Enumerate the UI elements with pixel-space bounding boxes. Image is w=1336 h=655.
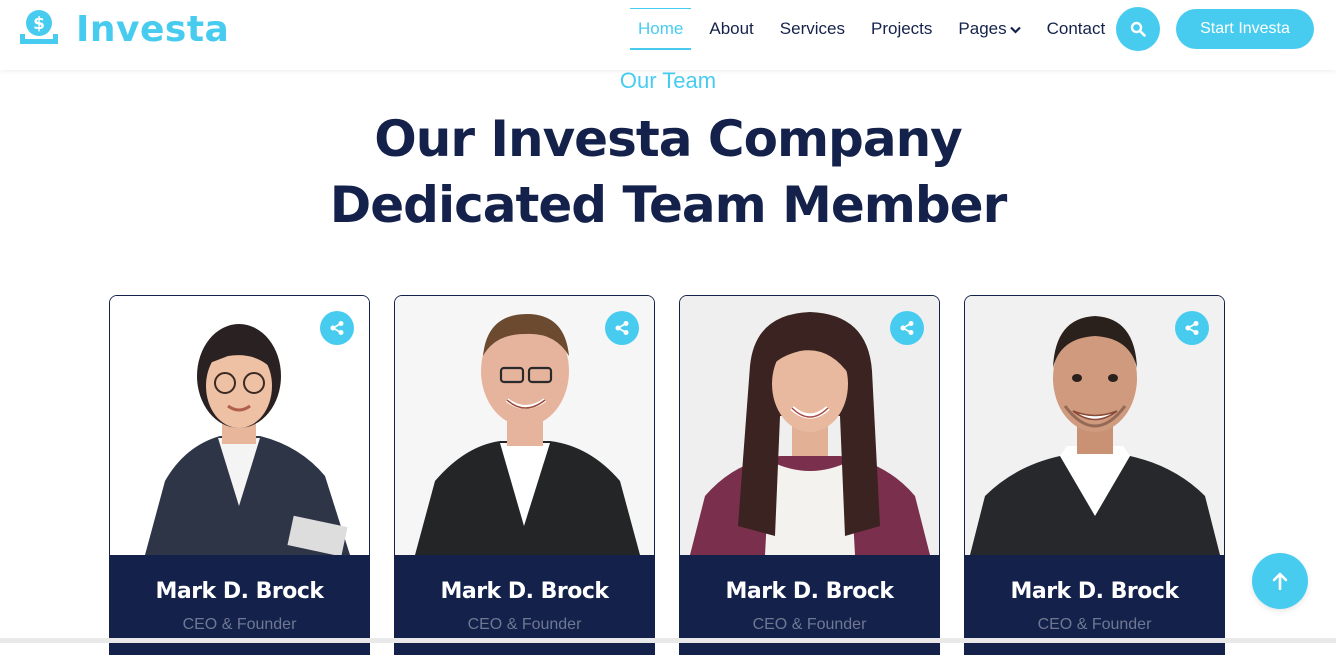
team-card: Mark D. Brock CEO & Founder [679,295,940,655]
nav-item-contact[interactable]: Contact [1034,8,1119,50]
section-kicker: Our Team [619,68,717,93]
nav-item-pages[interactable]: Pages [945,8,1033,50]
member-name: Mark D. Brock [440,579,609,604]
nav-item-services[interactable]: Services [767,8,858,50]
nav-label: About [709,19,754,38]
share-button[interactable] [1175,311,1209,345]
share-icon [900,321,914,335]
member-role: CEO & Founder [467,616,582,633]
member-name: Mark D. Brock [1010,579,1179,604]
nav-item-about[interactable]: About [696,8,766,50]
team-card: Mark D. Brock CEO & Founder [394,295,655,655]
back-to-top-button[interactable] [1252,553,1308,609]
section-title-line-2: Dedicated Team Member [329,176,1008,234]
brand-logo-link[interactable]: $ Investa [18,8,229,50]
member-role: CEO & Founder [1037,616,1152,633]
member-role: CEO & Founder [752,616,867,633]
share-icon [330,321,344,335]
search-icon [1130,21,1146,37]
main-nav: Home About Services Projects Pages Conta… [630,8,1118,50]
nav-label: Projects [870,19,933,38]
nav-label: Pages [958,19,1007,38]
dollar-hand-icon: $ [20,10,58,44]
section-title: Our Investa Company Dedicated Team Membe… [0,106,1336,238]
nav-label: Home [638,18,684,38]
member-name: Mark D. Brock [155,579,324,604]
share-icon [1185,321,1199,335]
share-button[interactable] [605,311,639,345]
team-card: Mark D. Brock CEO & Founder [109,295,370,655]
member-name: Mark D. Brock [725,579,894,604]
navbar: $ Investa Home About Services Projects P… [0,0,1336,70]
start-investa-button[interactable]: Start Investa [1176,9,1314,49]
chevron-down-icon [1009,26,1021,34]
brand-name: Investa [76,8,230,50]
section-title-line-1: Our Investa Company [374,110,963,168]
arrow-up-icon [1272,572,1288,590]
nav-label: Contact [1046,19,1106,38]
member-role: CEO & Founder [182,616,297,633]
share-icon [615,321,629,335]
share-button[interactable] [890,311,924,345]
team-card: Mark D. Brock CEO & Founder [964,295,1225,655]
nav-item-home[interactable]: Home [630,8,692,50]
nav-label: Services [779,19,845,38]
page-bottom-edge [0,638,1336,643]
share-button[interactable] [320,311,354,345]
nav-item-projects[interactable]: Projects [858,8,945,50]
search-button[interactable] [1116,7,1160,51]
svg-text:$: $ [33,14,45,34]
